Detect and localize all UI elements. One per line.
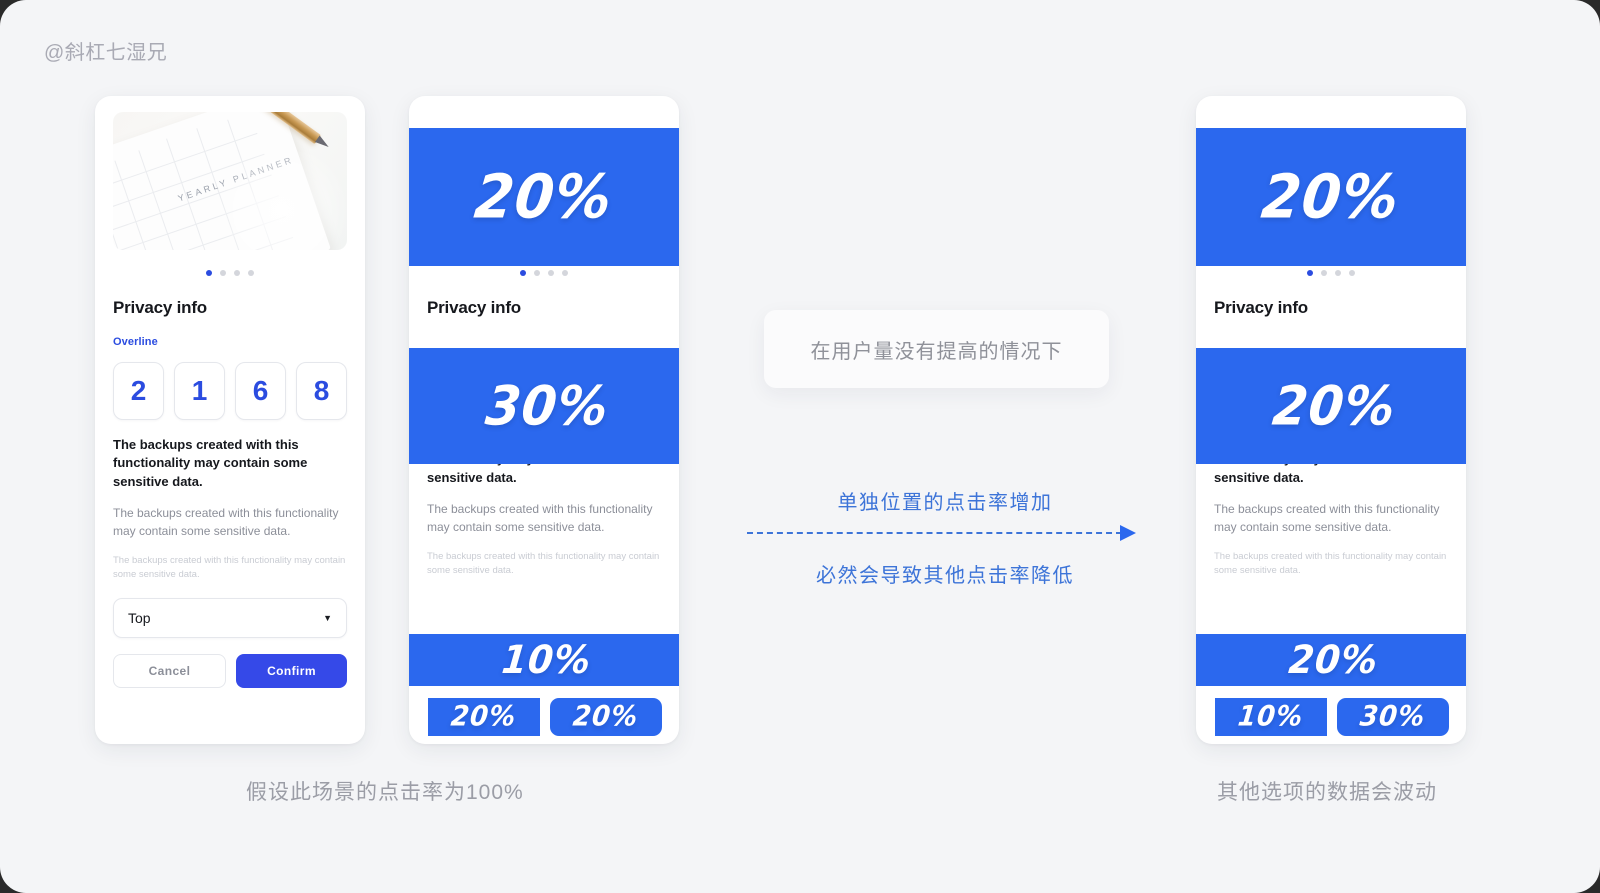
carousel-dot[interactable] [220, 270, 226, 276]
confirm-button[interactable]: Confirm [236, 653, 347, 688]
cancel-percent-value: 10% [1236, 700, 1306, 734]
hero-image: YEARLY PLANNER [113, 112, 347, 250]
cancel-button[interactable]: Cancel [113, 653, 226, 688]
otp-digit-3[interactable]: 6 [235, 362, 286, 420]
carousel-dot[interactable] [1349, 270, 1355, 276]
cancel-percent-overlay: 20% [428, 698, 540, 736]
body-text-secondary: The backups created with this functional… [427, 502, 653, 534]
otp-digit-4[interactable]: 8 [296, 362, 347, 420]
action-button-row: Cancel Confirm [113, 653, 347, 688]
carousel-dots[interactable] [427, 270, 661, 276]
confirm-percent-overlay: 30% [1337, 698, 1449, 736]
arrow-head-icon [1120, 525, 1136, 541]
mid-percent-value: 20% [1269, 374, 1399, 438]
card-title: Privacy info [113, 298, 207, 317]
carousel-dots[interactable] [113, 270, 347, 276]
carousel-dot[interactable] [206, 270, 212, 276]
cancel-percent-overlay: 10% [1215, 698, 1327, 736]
carousel-dot[interactable] [248, 270, 254, 276]
hero-percent-value: 20% [1258, 161, 1404, 233]
card-title: Privacy info [1214, 298, 1308, 317]
chevron-down-icon: ▼ [323, 612, 332, 623]
phone-card-middle[interactable]: 20% Privacy info 30% The backups created… [409, 96, 679, 744]
confirm-percent-overlay: 20% [550, 698, 662, 736]
select-percent-overlay: 10% [409, 634, 679, 686]
card-title: Privacy info [427, 298, 521, 317]
confirm-percent-value: 30% [1358, 700, 1428, 734]
carousel-dot[interactable] [1335, 270, 1341, 276]
caption-left: 假设此场景的点击率为100% [246, 781, 524, 804]
phone-card-right[interactable]: 20% Privacy info 20% The backups created… [1196, 96, 1466, 744]
confirm-percent-value: 20% [571, 700, 641, 734]
card-overline: Overline [113, 336, 158, 348]
otp-digit-1[interactable]: 2 [113, 362, 164, 420]
body-text-tertiary: The backups created with this functional… [427, 551, 660, 576]
body-text-secondary: The backups created with this functional… [1214, 502, 1440, 534]
phone-card-original[interactable]: YEARLY PLANNER Privacy info Overline 2 1… [95, 96, 365, 744]
carousel-dot[interactable] [548, 270, 554, 276]
poster-canvas: @斜杠七湿兄 YEARLY Privacy info Overline 2 1 … [0, 0, 1600, 893]
mid-percent-overlay: 30% [409, 348, 679, 464]
condition-note-box: 在用户量没有提高的情况下 [764, 310, 1109, 388]
body-text-secondary: The backups created with this functional… [113, 506, 339, 538]
hero-percent-overlay: 20% [1196, 128, 1466, 266]
select-percent-overlay: 20% [1196, 634, 1466, 686]
carousel-dot[interactable] [562, 270, 568, 276]
carousel-dot[interactable] [1307, 270, 1313, 276]
select-percent-value: 20% [1287, 637, 1381, 683]
hero-percent-overlay: 20% [409, 128, 679, 266]
caption-right: 其他选项的数据会波动 [1217, 781, 1437, 804]
mid-percent-overlay: 20% [1196, 348, 1466, 464]
body-text-tertiary: The backups created with this functional… [1214, 551, 1447, 576]
carousel-dot[interactable] [1321, 270, 1327, 276]
arrow-top-label: 单独位置的点击率增加 [837, 492, 1053, 514]
carousel-dot[interactable] [520, 270, 526, 276]
mid-percent-value: 30% [482, 374, 612, 438]
body-text-tertiary: The backups created with this functional… [113, 555, 346, 580]
position-select[interactable]: Top ▼ [113, 597, 347, 638]
arrow-bottom-label: 必然会导致其他点击率降低 [816, 565, 1074, 587]
select-percent-value: 10% [500, 637, 594, 683]
carousel-dot[interactable] [534, 270, 540, 276]
carousel-dot[interactable] [234, 270, 240, 276]
select-value: Top [128, 609, 151, 626]
watermark-author: @斜杠七湿兄 [44, 42, 168, 64]
arrow-annotation: 单独位置的点击率增加 必然会导致其他点击率降低 [735, 486, 1155, 588]
arrow-line [747, 532, 1122, 534]
carousel-dots[interactable] [1214, 270, 1448, 276]
hero-percent-value: 20% [471, 161, 617, 233]
cancel-percent-value: 20% [449, 700, 519, 734]
dashed-arrow [735, 523, 1155, 543]
body-text-strong: The backups created with this functional… [113, 437, 308, 489]
otp-digit-2[interactable]: 1 [174, 362, 225, 420]
otp-input-group[interactable]: 2 1 6 8 [113, 362, 347, 420]
